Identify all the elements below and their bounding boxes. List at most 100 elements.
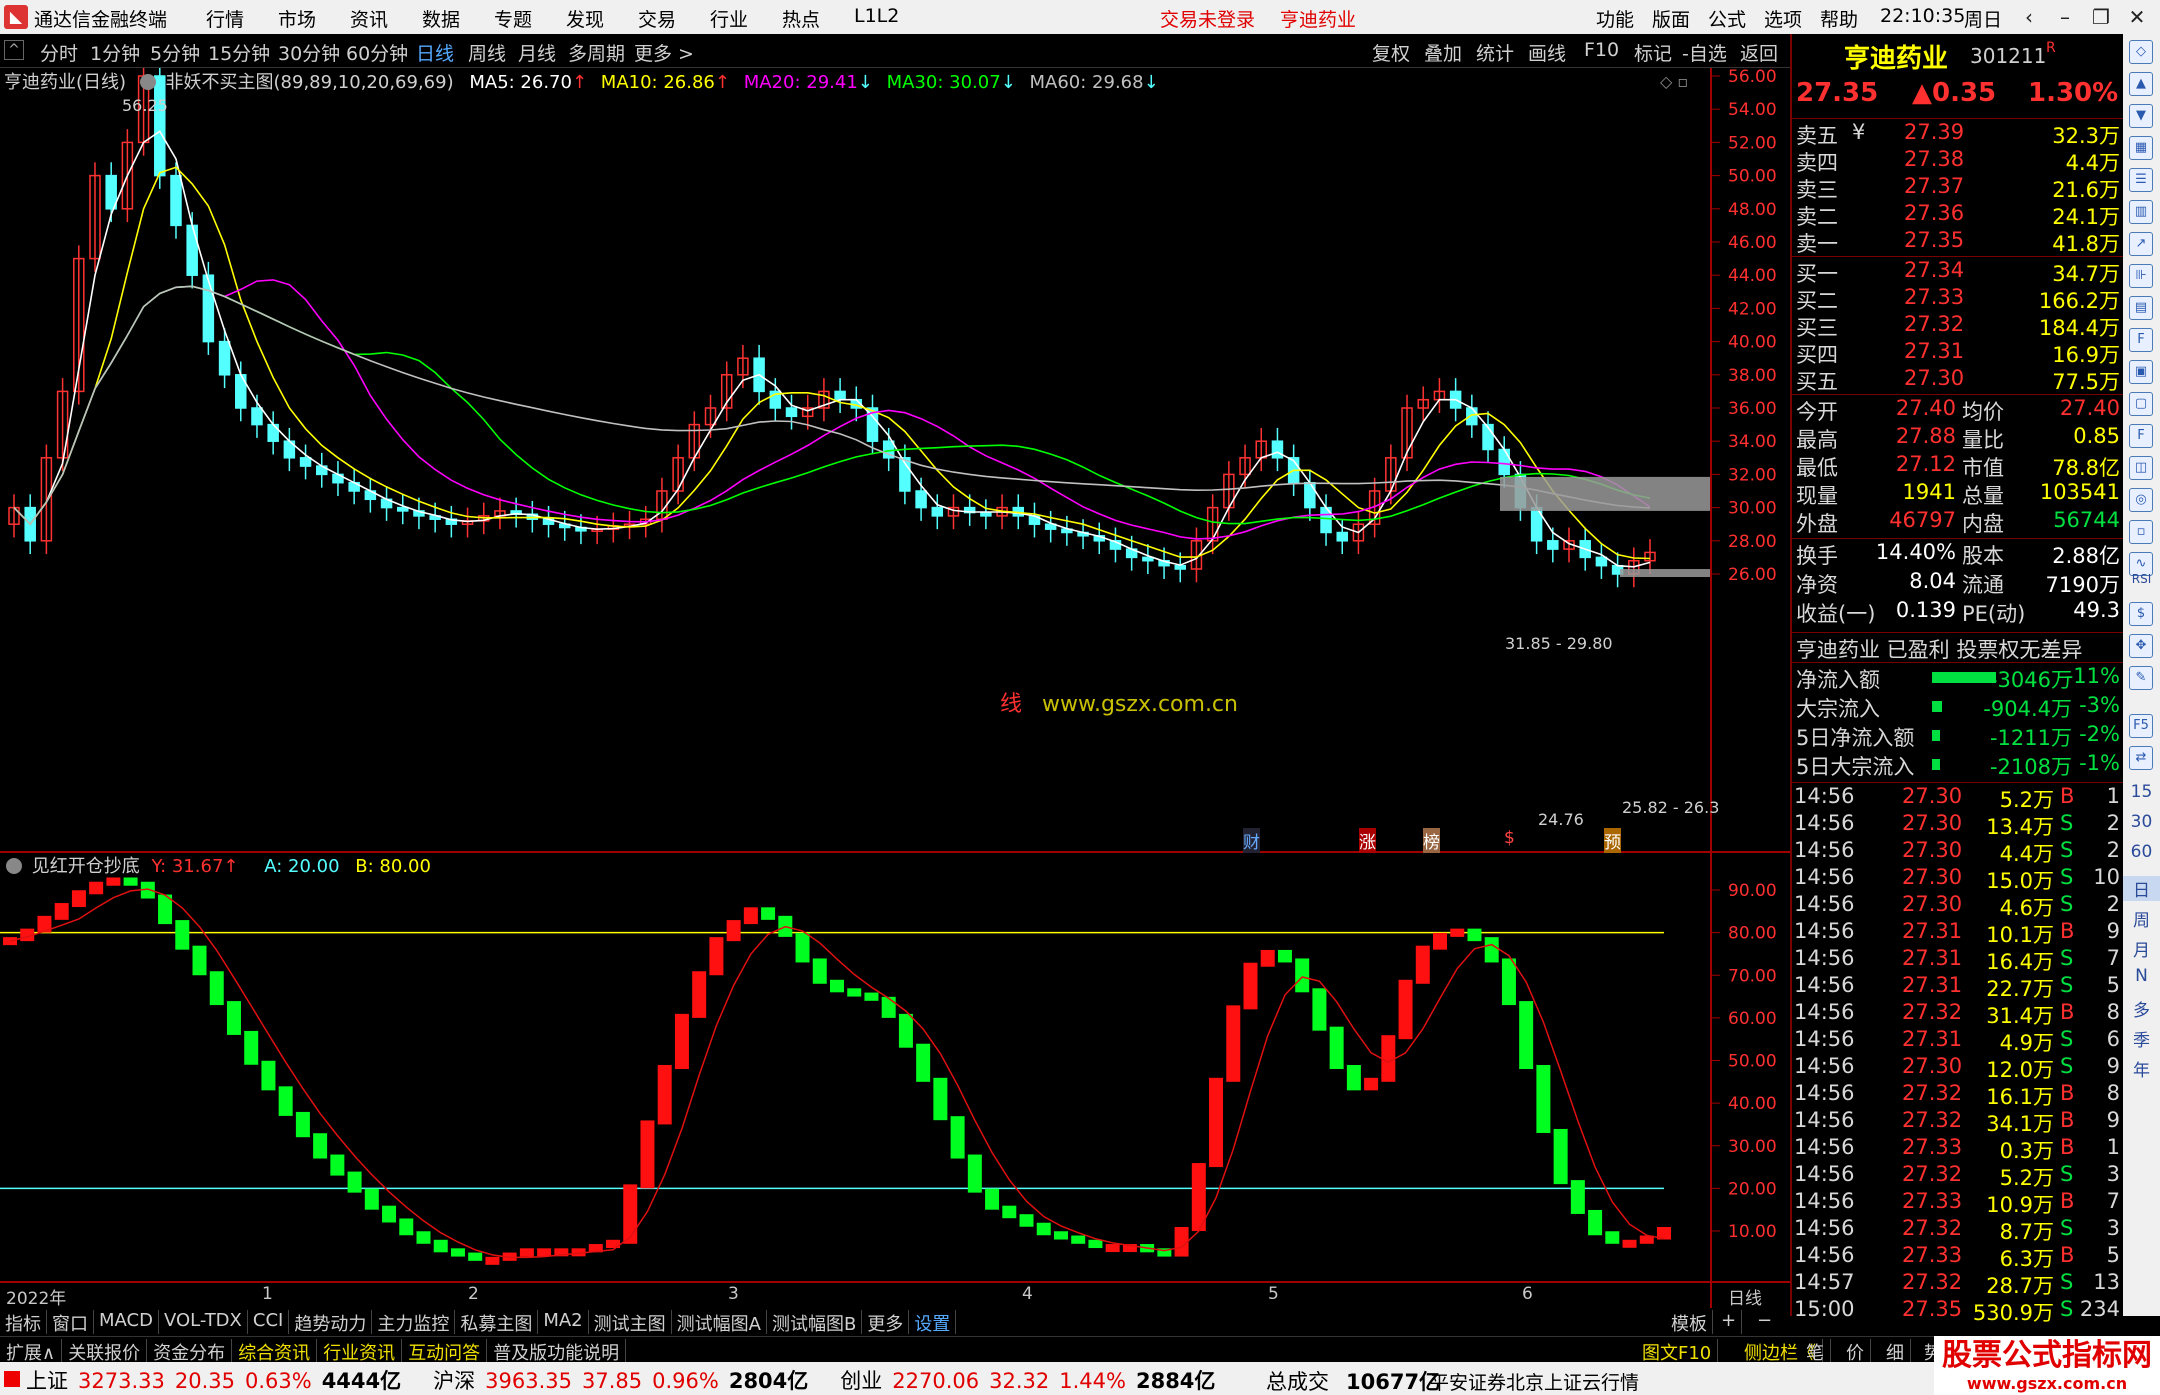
btn-fanhui[interactable]: 返回 xyxy=(1740,39,1778,66)
indicator-tab[interactable]: 私募主图 xyxy=(455,1310,539,1335)
btn-diejia[interactable]: 叠加 xyxy=(1424,39,1462,66)
restore-icon[interactable]: ❐ xyxy=(2084,3,2118,31)
menu-zhuanti[interactable]: 专题 xyxy=(494,5,532,32)
period-15-button[interactable]: 15 xyxy=(2123,782,2160,802)
period-quarter-button[interactable]: 季 xyxy=(2123,1026,2160,1051)
table-icon[interactable]: ▦ xyxy=(2129,136,2153,160)
index-list[interactable]: 上证 3273.33 20.35 0.63% 4444亿 沪深 3963.35 37.85 0.… xyxy=(26,1365,1247,1395)
trade-login-status[interactable]: 交易未登录 xyxy=(1160,5,1255,32)
indicator-tab[interactable]: 窗口 xyxy=(47,1310,94,1335)
layers-icon[interactable]: ◫ xyxy=(2129,456,2153,480)
menu-shuju[interactable]: 数据 xyxy=(422,5,460,32)
period-30-button[interactable]: 30 xyxy=(2123,812,2160,832)
report-icon[interactable]: ▢ xyxy=(2129,392,2153,416)
minimize-icon[interactable]: – xyxy=(2048,3,2082,31)
period-day-button[interactable]: 日 xyxy=(2123,876,2160,901)
pen-icon[interactable]: ✎ xyxy=(2129,666,2153,690)
up-icon[interactable]: ▲ xyxy=(2129,72,2153,96)
f5-button[interactable]: F5 xyxy=(2129,714,2153,738)
period-week[interactable]: 周线 xyxy=(468,39,506,66)
sub-indicator-name[interactable]: 见红开仓抄底 xyxy=(32,856,140,877)
menu-gongshi[interactable]: 公式 xyxy=(1708,5,1746,32)
indicator-tab[interactable]: MACD xyxy=(94,1310,159,1334)
chart-diamond-icon[interactable]: ◇ ▫ xyxy=(1660,72,1688,91)
grid-icon[interactable]: ▤ xyxy=(2129,296,2153,320)
btn-biaoji[interactable]: 标记 xyxy=(1634,39,1672,66)
index-quote[interactable]: 上证 3273.33 20.35 0.63% 4444亿 xyxy=(26,1369,411,1393)
event-marker-dollar[interactable]: $ xyxy=(1504,828,1515,848)
indicator-tab[interactable]: 主力监控 xyxy=(372,1310,456,1335)
menu-bangzhu[interactable]: 帮助 xyxy=(1820,5,1858,32)
bars-icon[interactable]: ▥ xyxy=(2129,200,2153,224)
period-60min[interactable]: 60分钟 xyxy=(346,39,408,66)
menu-hangqing[interactable]: 行情 xyxy=(206,5,244,32)
event-marker-zhang[interactable]: 涨 xyxy=(1359,828,1376,853)
main-indicator-name[interactable]: 非妖不买主图(89,89,10,20,69,69) xyxy=(166,72,454,93)
indicator-tab[interactable]: 指标 xyxy=(0,1310,47,1335)
period-month-button[interactable]: 月 xyxy=(2123,936,2160,961)
menu-jiaoyi[interactable]: 交易 xyxy=(638,5,676,32)
menu-faxian[interactable]: 发现 xyxy=(566,5,604,32)
indicator-tab[interactable]: 测试幅图B xyxy=(767,1310,863,1335)
period-week-button[interactable]: 周 xyxy=(2123,906,2160,931)
indicator-tab[interactable]: VOL-TDX xyxy=(159,1310,248,1334)
btn-zixuan[interactable]: -自选 xyxy=(1682,39,1727,66)
period-month[interactable]: 月线 xyxy=(518,39,556,66)
period-fenshi[interactable]: 分时 xyxy=(40,39,78,66)
index-quote[interactable]: 创业 2270.06 32.32 1.44% 2884亿 xyxy=(840,1369,1225,1393)
move-icon[interactable]: ✥ xyxy=(2129,634,2153,658)
document-icon[interactable]: ▣ xyxy=(2129,360,2153,384)
swap-icon[interactable]: ⇄ xyxy=(2129,746,2153,770)
event-marker-yu[interactable]: 预 xyxy=(1604,828,1621,853)
indicator-tab[interactable]: MA2 xyxy=(538,1310,589,1334)
menu-hangye[interactable]: 行业 xyxy=(710,5,748,32)
kline-chart-area[interactable]: 56.0054.0052.0050.0048.0046.0044.0042.00… xyxy=(0,68,1790,1308)
s-icon[interactable]: $ xyxy=(2129,602,2153,626)
period-60-button[interactable]: 60 xyxy=(2123,842,2160,862)
indicator-tab[interactable]: 设置 xyxy=(909,1310,957,1335)
f12-icon[interactable]: F xyxy=(2129,424,2153,448)
back-icon[interactable]: ‹ xyxy=(2012,3,2046,31)
period-30min[interactable]: 30分钟 xyxy=(278,39,340,66)
period-n-button[interactable]: N xyxy=(2123,966,2160,986)
expand-icon[interactable]: ◇ xyxy=(2129,40,2153,64)
line-chart-icon[interactable]: ↗ xyxy=(2129,232,2153,256)
down-icon[interactable]: ▼ xyxy=(2129,104,2153,128)
btn-huaxian[interactable]: 画线 xyxy=(1528,39,1566,66)
event-marker-bang[interactable]: 榜 xyxy=(1423,828,1440,853)
period-15min[interactable]: 15分钟 xyxy=(208,39,270,66)
collapse-icon[interactable]: ^ xyxy=(4,40,24,60)
circle-icon[interactable]: ◎ xyxy=(2129,488,2153,512)
menu-banmian[interactable]: 版面 xyxy=(1652,5,1690,32)
period-multi-button[interactable]: 多 xyxy=(2123,996,2160,1021)
event-marker-cai[interactable]: 财 xyxy=(1243,828,1260,853)
period-day[interactable]: 日线 xyxy=(416,39,454,66)
menu-zixun[interactable]: 资讯 xyxy=(350,5,388,32)
btn-fuquan[interactable]: 复权 xyxy=(1372,39,1410,66)
btn-f10[interactable]: F10 xyxy=(1584,39,1619,61)
menu-xuanxiang[interactable]: 选项 xyxy=(1764,5,1802,32)
period-5min[interactable]: 5分钟 xyxy=(150,39,200,66)
small-window-icon[interactable]: ▫ xyxy=(2129,520,2153,544)
period-more[interactable]: 更多 > xyxy=(634,39,694,66)
index-quote[interactable]: 沪深 3963.35 37.85 0.96% 2804亿 xyxy=(433,1369,818,1393)
menu-l1l2[interactable]: L1L2 xyxy=(854,5,899,27)
close-icon[interactable]: ✕ xyxy=(2120,3,2154,31)
rsi-button[interactable]: RSI xyxy=(2123,572,2160,586)
menu-shichang[interactable]: 市场 xyxy=(278,5,316,32)
indicator-settings-icon[interactable] xyxy=(139,74,156,90)
indicator-tab[interactable]: 测试主图 xyxy=(589,1310,672,1335)
add-indicator-button[interactable]: + xyxy=(1716,1310,1743,1334)
indicator-tab[interactable]: CCI xyxy=(248,1310,290,1334)
remove-indicator-button[interactable]: − xyxy=(1752,1310,1777,1334)
indicator-tab[interactable]: 更多 xyxy=(862,1310,910,1335)
kline-icon[interactable]: ⊪ xyxy=(2129,264,2153,288)
quote-banner[interactable]: 亨迪药业 已盈利 投票权无差异 xyxy=(1796,634,2082,664)
menu-redian[interactable]: 热点 xyxy=(782,5,820,32)
period-year-button[interactable]: 年 xyxy=(2123,1056,2160,1081)
list-icon[interactable]: ☰ xyxy=(2129,168,2153,192)
btn-tongji[interactable]: 统计 xyxy=(1476,39,1514,66)
indicator-tab[interactable]: 测试幅图A xyxy=(672,1310,767,1335)
indicator-tab[interactable]: 趋势动力 xyxy=(289,1310,373,1335)
sub-indicator-settings-icon[interactable] xyxy=(6,858,22,874)
